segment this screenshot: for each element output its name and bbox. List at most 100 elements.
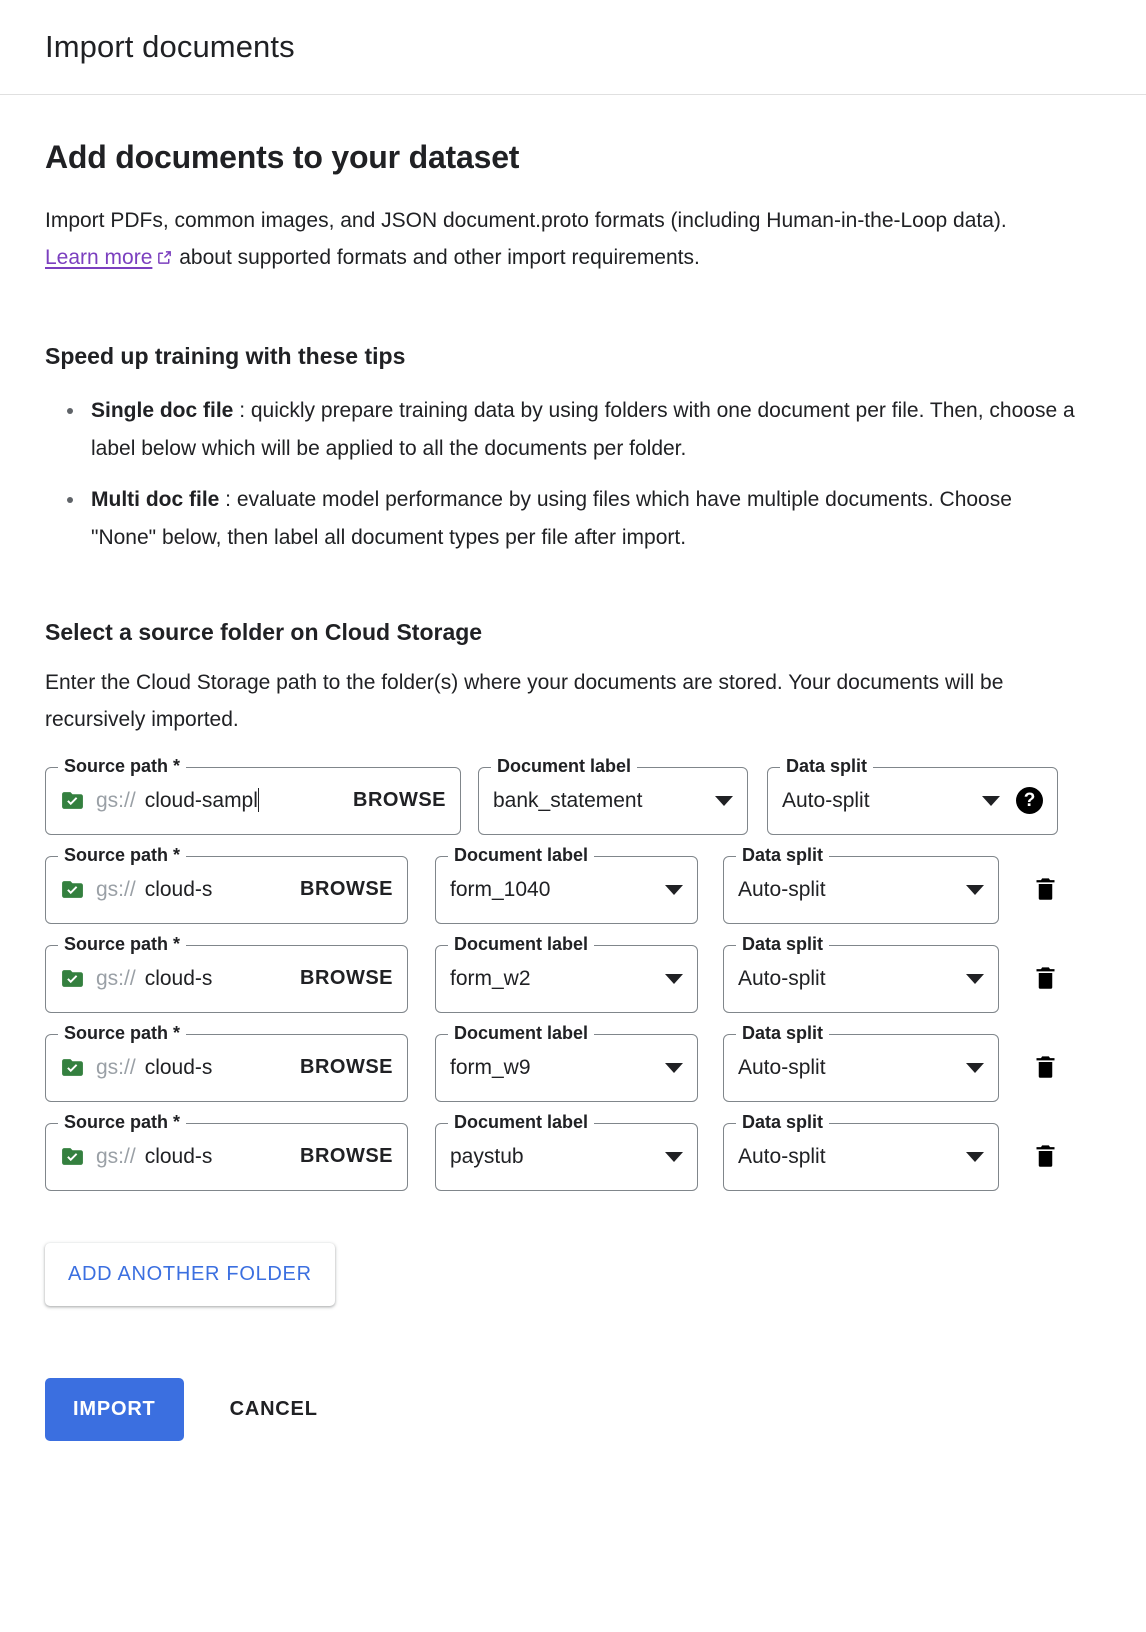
document-label-select[interactable]: Document label paystub (435, 1123, 698, 1191)
trash-icon (1032, 1141, 1059, 1173)
dialog-actions: IMPORT CANCEL (45, 1378, 1101, 1441)
intro-text-before: Import PDFs, common images, and JSON doc… (45, 209, 1007, 232)
source-path-label: Source path * (58, 757, 186, 775)
browse-button[interactable]: BROWSE (300, 878, 393, 901)
dialog-title: Import documents (45, 29, 295, 65)
source-path-label: Source path * (58, 935, 186, 953)
tip-term: Multi doc file (91, 488, 219, 511)
text-caret (258, 788, 259, 812)
document-label-label: Document label (491, 757, 637, 775)
folder-check-icon (60, 966, 85, 991)
list-item: Multi doc file : evaluate model performa… (91, 481, 1076, 557)
document-label-select[interactable]: Document label bank_statement (478, 767, 748, 835)
document-label-label: Document label (448, 1024, 594, 1042)
intro-text-after: about supported formats and other import… (173, 246, 699, 269)
scheme-prefix: gs:// (96, 878, 136, 902)
data-split-value: Auto-split (738, 878, 958, 902)
data-split-select[interactable]: Data split Auto-split (723, 945, 999, 1013)
tips-heading: Speed up training with these tips (45, 343, 1101, 370)
data-split-label: Data split (736, 1113, 829, 1131)
tip-term: Single doc file (91, 399, 233, 422)
data-split-select[interactable]: Data split Auto-split (723, 856, 999, 924)
source-path-input[interactable]: cloud-sampl (145, 788, 345, 813)
cancel-button[interactable]: CANCEL (216, 1378, 332, 1441)
help-circle-icon[interactable]: ? (1016, 787, 1043, 814)
data-split-value: Auto-split (738, 1056, 958, 1080)
source-path-field[interactable]: Source path * gs:// cloud-s BROWSE (45, 1123, 408, 1191)
folder-row: Source path * gs:// cloud-s BROWSE Docum… (45, 1034, 1101, 1102)
browse-button[interactable]: BROWSE (300, 1145, 393, 1168)
source-folder-description: Enter the Cloud Storage path to the fold… (45, 664, 1025, 739)
document-label-select[interactable]: Document label form_1040 (435, 856, 698, 924)
source-folder-heading: Select a source folder on Cloud Storage (45, 619, 1101, 646)
document-label-label: Document label (448, 846, 594, 864)
document-label-value: form_w2 (450, 967, 657, 991)
chevron-down-icon (665, 1063, 683, 1073)
data-split-value: Auto-split (738, 1145, 958, 1169)
folder-check-icon (60, 1055, 85, 1080)
folder-row: Source path * gs:// cloud-s BROWSE Docum… (45, 856, 1101, 924)
chevron-down-icon (966, 974, 984, 984)
external-link-icon (156, 241, 173, 278)
delete-row-button[interactable] (1030, 963, 1060, 995)
delete-row-button[interactable] (1030, 1141, 1060, 1173)
data-split-value: Auto-split (782, 789, 974, 813)
chevron-down-icon (665, 1152, 683, 1162)
data-split-label: Data split (780, 757, 873, 775)
data-split-label: Data split (736, 1024, 829, 1042)
trash-icon (1032, 963, 1059, 995)
data-split-select[interactable]: Data split Auto-split (723, 1034, 999, 1102)
document-label-value: form_1040 (450, 878, 657, 902)
source-path-field[interactable]: Source path * gs:// cloud-s BROWSE (45, 1034, 408, 1102)
tip-text: : quickly prepare training data by using… (91, 399, 1075, 460)
data-split-select[interactable]: Data split Auto-split ? (767, 767, 1058, 835)
source-path-field[interactable]: Source path * gs:// cloud-s BROWSE (45, 856, 408, 924)
scheme-prefix: gs:// (96, 1056, 136, 1080)
browse-button[interactable]: BROWSE (300, 1056, 393, 1079)
add-another-folder-button[interactable]: ADD ANOTHER FOLDER (45, 1243, 335, 1306)
source-path-label: Source path * (58, 1113, 186, 1131)
document-label-label: Document label (448, 1113, 594, 1131)
browse-button[interactable]: BROWSE (353, 789, 446, 812)
data-split-label: Data split (736, 846, 829, 864)
browse-button[interactable]: BROWSE (300, 967, 393, 990)
source-path-input[interactable]: cloud-s (145, 1145, 292, 1169)
source-path-input[interactable]: cloud-s (145, 967, 292, 991)
document-label-value: form_w9 (450, 1056, 657, 1080)
document-label-select[interactable]: Document label form_w2 (435, 945, 698, 1013)
folder-row: Source path * gs:// cloud-s BROWSE Docum… (45, 945, 1101, 1013)
document-label-value: paystub (450, 1145, 657, 1169)
delete-row-button[interactable] (1030, 874, 1060, 906)
source-path-field[interactable]: Source path * gs:// cloud-sampl BROWSE (45, 767, 461, 835)
trash-icon (1032, 874, 1059, 906)
source-path-label: Source path * (58, 846, 186, 864)
document-label-select[interactable]: Document label form_w9 (435, 1034, 698, 1102)
source-path-value: cloud-s (145, 878, 213, 901)
folder-row: Source path * gs:// cloud-sampl BROWSE D… (45, 767, 1101, 835)
intro-paragraph: Import PDFs, common images, and JSON doc… (45, 202, 1025, 279)
source-path-input[interactable]: cloud-s (145, 878, 292, 902)
learn-more-link[interactable]: Learn more (45, 246, 152, 269)
data-split-value: Auto-split (738, 967, 958, 991)
chevron-down-icon (982, 796, 1000, 806)
data-split-select[interactable]: Data split Auto-split (723, 1123, 999, 1191)
folder-check-icon (60, 877, 85, 902)
source-path-value: cloud-s (145, 1056, 213, 1079)
chevron-down-icon (966, 885, 984, 895)
import-button[interactable]: IMPORT (45, 1378, 184, 1441)
source-path-value: cloud-s (145, 967, 213, 990)
source-path-label: Source path * (58, 1024, 186, 1042)
list-item: Single doc file : quickly prepare traini… (91, 392, 1076, 468)
dialog-body: Add documents to your dataset Import PDF… (0, 95, 1146, 1441)
source-path-input[interactable]: cloud-s (145, 1056, 292, 1080)
dialog-header: Import documents (0, 0, 1146, 95)
chevron-down-icon (715, 796, 733, 806)
chevron-down-icon (966, 1152, 984, 1162)
document-label-value: bank_statement (493, 789, 707, 813)
scheme-prefix: gs:// (96, 1145, 136, 1169)
source-path-field[interactable]: Source path * gs:// cloud-s BROWSE (45, 945, 408, 1013)
folder-rows: Source path * gs:// cloud-sampl BROWSE D… (45, 767, 1101, 1191)
delete-row-button[interactable] (1030, 1052, 1060, 1084)
folder-check-icon (60, 1144, 85, 1169)
data-split-label: Data split (736, 935, 829, 953)
